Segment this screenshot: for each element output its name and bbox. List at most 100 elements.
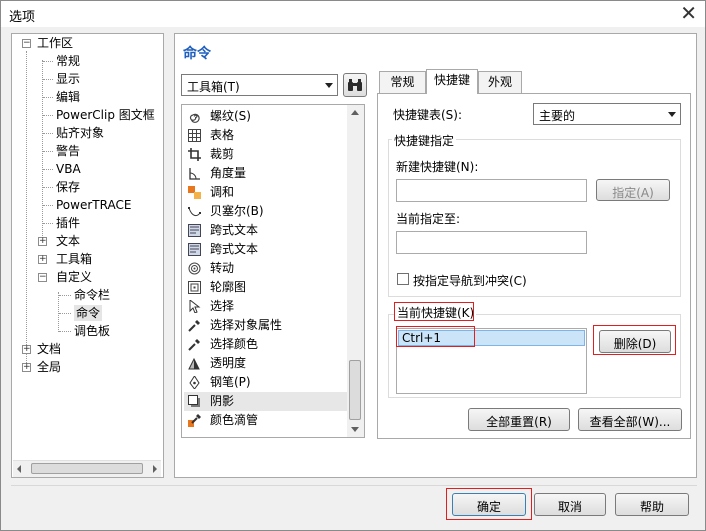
tree-item-palettes[interactable]: 调色板 — [74, 323, 110, 339]
expand-icon[interactable]: + — [22, 345, 31, 354]
highlight-box — [396, 326, 475, 347]
shortcut-table-value: 主要的 — [539, 109, 576, 123]
list-item[interactable]: 轮廓图 — [184, 278, 348, 297]
title-bar: 选项 ✕ — [1, 1, 705, 27]
tree-item-command-bars[interactable]: 命令栏 — [74, 287, 110, 303]
options-dialog: 选项 ✕ − 工作区 常规 显示 编辑 PowerClip 图文框 贴齐对象 警… — [0, 0, 706, 531]
tree-item-toolbox[interactable]: 工具箱 — [56, 251, 92, 267]
collapse-icon[interactable]: − — [22, 39, 31, 48]
chevron-down-icon — [325, 83, 333, 88]
list-item[interactable]: 表格 — [184, 126, 348, 145]
pen-icon — [189, 376, 200, 389]
list-item-selected[interactable]: 阴影 — [184, 392, 348, 411]
cancel-button[interactable]: 取消 — [534, 493, 606, 516]
help-button[interactable]: 帮助 — [615, 493, 689, 516]
list-item[interactable]: 选择 — [184, 297, 348, 316]
list-item[interactable]: 选择对象属性 — [184, 316, 348, 335]
tree-item-workspace[interactable]: 工作区 — [37, 35, 73, 51]
chevron-down-icon — [668, 112, 676, 117]
bezier-icon — [188, 207, 201, 217]
list-item[interactable]: 颜色滴管 — [184, 411, 348, 430]
list-item[interactable]: 调和 — [184, 183, 348, 202]
color-eyedropper-icon — [188, 414, 201, 427]
options-tree[interactable]: − 工作区 常规 显示 编辑 PowerClip 图文框 贴齐对象 警告 VBA… — [11, 33, 164, 478]
tree-item-snap[interactable]: 贴齐对象 — [56, 125, 104, 141]
nav-conflict-checkbox[interactable] — [397, 273, 409, 285]
shortcut-table-combo[interactable]: 主要的 — [533, 103, 681, 125]
tree-item-general[interactable]: 常规 — [56, 53, 80, 69]
tree-item-commands[interactable]: 命令 — [74, 305, 103, 321]
command-list-scrollbar[interactable] — [347, 105, 364, 437]
find-button[interactable] — [343, 73, 367, 97]
scroll-up-icon[interactable] — [351, 110, 359, 115]
twirl-icon — [188, 262, 201, 275]
expand-icon[interactable]: + — [38, 255, 47, 264]
new-shortcut-label: 新建快捷键(N): — [396, 160, 479, 174]
list-item[interactable]: 跨式文本 — [184, 221, 348, 240]
tree-item-plugins[interactable]: 插件 — [56, 215, 80, 231]
list-item[interactable]: 跨式文本 — [184, 240, 348, 259]
list-item[interactable]: 透明度 — [184, 354, 348, 373]
scroll-thumb[interactable] — [31, 463, 143, 474]
tree-item-powertrace[interactable]: PowerTRACE — [56, 197, 131, 213]
shadow-icon — [188, 395, 200, 407]
currently-assigned-input[interactable] — [396, 231, 587, 254]
blend-icon — [188, 186, 201, 199]
nav-conflict-label: 按指定导航到冲突(C) — [413, 274, 527, 288]
list-item[interactable]: 角度量 — [184, 164, 348, 183]
category-combo[interactable]: 工具箱(T) — [181, 74, 338, 96]
tree-item-edit[interactable]: 编辑 — [56, 89, 80, 105]
view-all-button[interactable]: 查看全部(W)... — [578, 408, 682, 431]
tree-item-warnings[interactable]: 警告 — [56, 143, 80, 159]
tree-item-save[interactable]: 保存 — [56, 179, 80, 195]
pointer-icon — [189, 300, 201, 313]
table-icon — [188, 129, 201, 142]
expand-icon[interactable]: + — [22, 363, 31, 372]
reset-all-button[interactable]: 全部重置(R) — [468, 408, 570, 431]
currently-assigned-label: 当前指定至: — [396, 212, 461, 226]
list-item[interactable]: 转动 — [184, 259, 348, 278]
crop-icon — [188, 148, 201, 161]
list-item[interactable]: 选择颜色 — [184, 335, 348, 354]
scroll-right-icon[interactable] — [153, 465, 157, 473]
highlight-box — [394, 302, 474, 321]
close-icon[interactable]: ✕ — [680, 3, 697, 23]
contour-icon — [188, 281, 201, 294]
tab-appearance[interactable]: 外观 — [478, 71, 522, 93]
scroll-left-icon[interactable] — [17, 465, 21, 473]
list-item[interactable]: 裁剪 — [184, 145, 348, 164]
eyedropper-icon — [188, 339, 200, 351]
tree-item-vba[interactable]: VBA — [56, 161, 81, 177]
text-frame-icon — [188, 224, 201, 237]
scroll-thumb[interactable] — [349, 360, 361, 420]
tree-horizontal-scrollbar[interactable] — [13, 460, 161, 477]
page-title: 命令 — [183, 46, 211, 62]
angle-icon — [189, 168, 200, 180]
new-shortcut-input[interactable] — [396, 179, 587, 202]
window-title: 选项 — [9, 10, 36, 25]
footer-separator — [11, 485, 697, 486]
scroll-down-icon[interactable] — [351, 427, 359, 432]
tree-item-customize[interactable]: 自定义 — [56, 269, 92, 285]
list-item[interactable]: 贝塞尔(B) — [184, 202, 348, 221]
tree-item-powerclip[interactable]: PowerClip 图文框 — [56, 107, 155, 123]
tab-shortcuts[interactable]: 快捷键 — [426, 69, 478, 94]
shortcut-table-label: 快捷键表(S): — [393, 108, 463, 122]
assign-group-title: 快捷键指定 — [392, 132, 457, 149]
highlight-box — [446, 488, 532, 520]
shortcuts-tab-panel: 快捷键表(S): 主要的 快捷键指定 新建快捷键(N): 指定(A) 当前指定至… — [377, 93, 691, 439]
binoculars-icon — [348, 79, 362, 91]
tree-item-document[interactable]: 文档 — [37, 341, 61, 357]
assign-button[interactable]: 指定(A) — [596, 179, 670, 201]
list-item[interactable]: 钢笔(P) — [184, 373, 348, 392]
collapse-icon[interactable]: − — [38, 273, 47, 282]
transparency-icon — [188, 357, 200, 370]
list-item[interactable]: 螺纹(S) — [184, 107, 348, 126]
tree-item-display[interactable]: 显示 — [56, 71, 80, 87]
command-list[interactable]: 螺纹(S) 表格 裁剪 角度量 调和 贝塞尔(B) 跨式文本 跨式文本 转动 轮… — [181, 104, 365, 438]
tree-item-global[interactable]: 全局 — [37, 359, 61, 375]
expand-icon[interactable]: + — [38, 237, 47, 246]
tree-item-text[interactable]: 文本 — [56, 233, 80, 249]
highlight-box — [593, 325, 676, 355]
tab-general[interactable]: 常规 — [379, 71, 426, 93]
